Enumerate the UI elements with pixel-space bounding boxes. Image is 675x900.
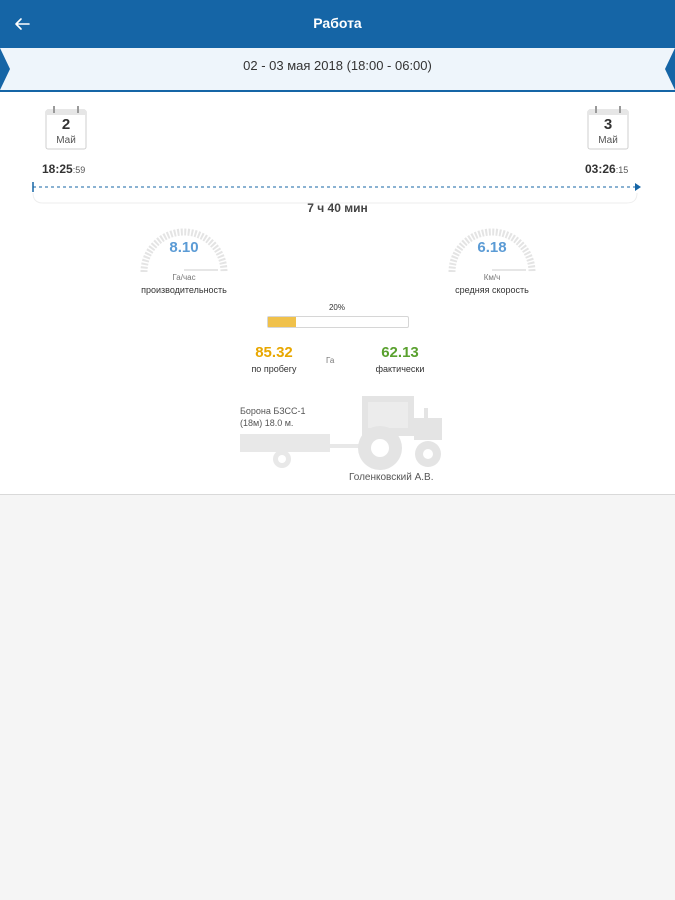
actual-area-value: 62.13	[381, 344, 419, 361]
period-label: 02 - 03 мая 2018 (18:00 - 06:00)	[243, 58, 432, 73]
implement-info: Борона БЗСС-1 (18м) 18.0 м.	[240, 405, 306, 429]
productivity-unit: Га/час	[172, 273, 196, 282]
start-date-calendar-icon: 2 Май	[45, 106, 87, 150]
speed-unit: Км/ч	[483, 273, 501, 282]
mileage-area-value: 85.32	[255, 344, 293, 361]
progress-bar	[267, 316, 409, 328]
end-time: 03:26:15	[585, 162, 628, 176]
app-bar: Работа	[0, 0, 675, 48]
progress-bar-fill	[268, 317, 296, 327]
speed-label: средняя скорость	[455, 285, 529, 295]
end-time-seconds: :15	[615, 165, 629, 175]
period-ribbon: 02 - 03 мая 2018 (18:00 - 06:00)	[0, 46, 675, 92]
productivity-value: 8.10	[169, 239, 199, 256]
end-time-main: 03:26	[585, 162, 616, 176]
driver-name: Голенковский А.В.	[349, 472, 434, 483]
empty-area	[0, 495, 675, 900]
end-date-calendar-icon: 3 Май	[587, 106, 629, 150]
implement-width: (18м) 18.0 м.	[240, 418, 294, 428]
end-month: Май	[598, 135, 618, 146]
speed-value: 6.18	[477, 239, 507, 256]
start-time-seconds: :59	[72, 165, 86, 175]
start-time-main: 18:25	[42, 162, 73, 176]
area-unit: Га	[326, 356, 335, 365]
actual-area-label: фактически	[375, 364, 425, 374]
start-time: 18:25:59	[42, 162, 85, 176]
duration-label: 7 ч 40 мин	[307, 201, 368, 215]
mileage-area-label: по пробегу	[251, 364, 297, 374]
start-month: Май	[56, 135, 76, 146]
start-day: 2	[61, 116, 71, 133]
productivity-label: производительность	[141, 285, 227, 295]
page-title: Работа	[313, 15, 362, 31]
implement-name: Борона БЗСС-1	[240, 406, 306, 416]
end-day: 3	[603, 116, 613, 133]
progress-percent: 20%	[328, 303, 345, 312]
